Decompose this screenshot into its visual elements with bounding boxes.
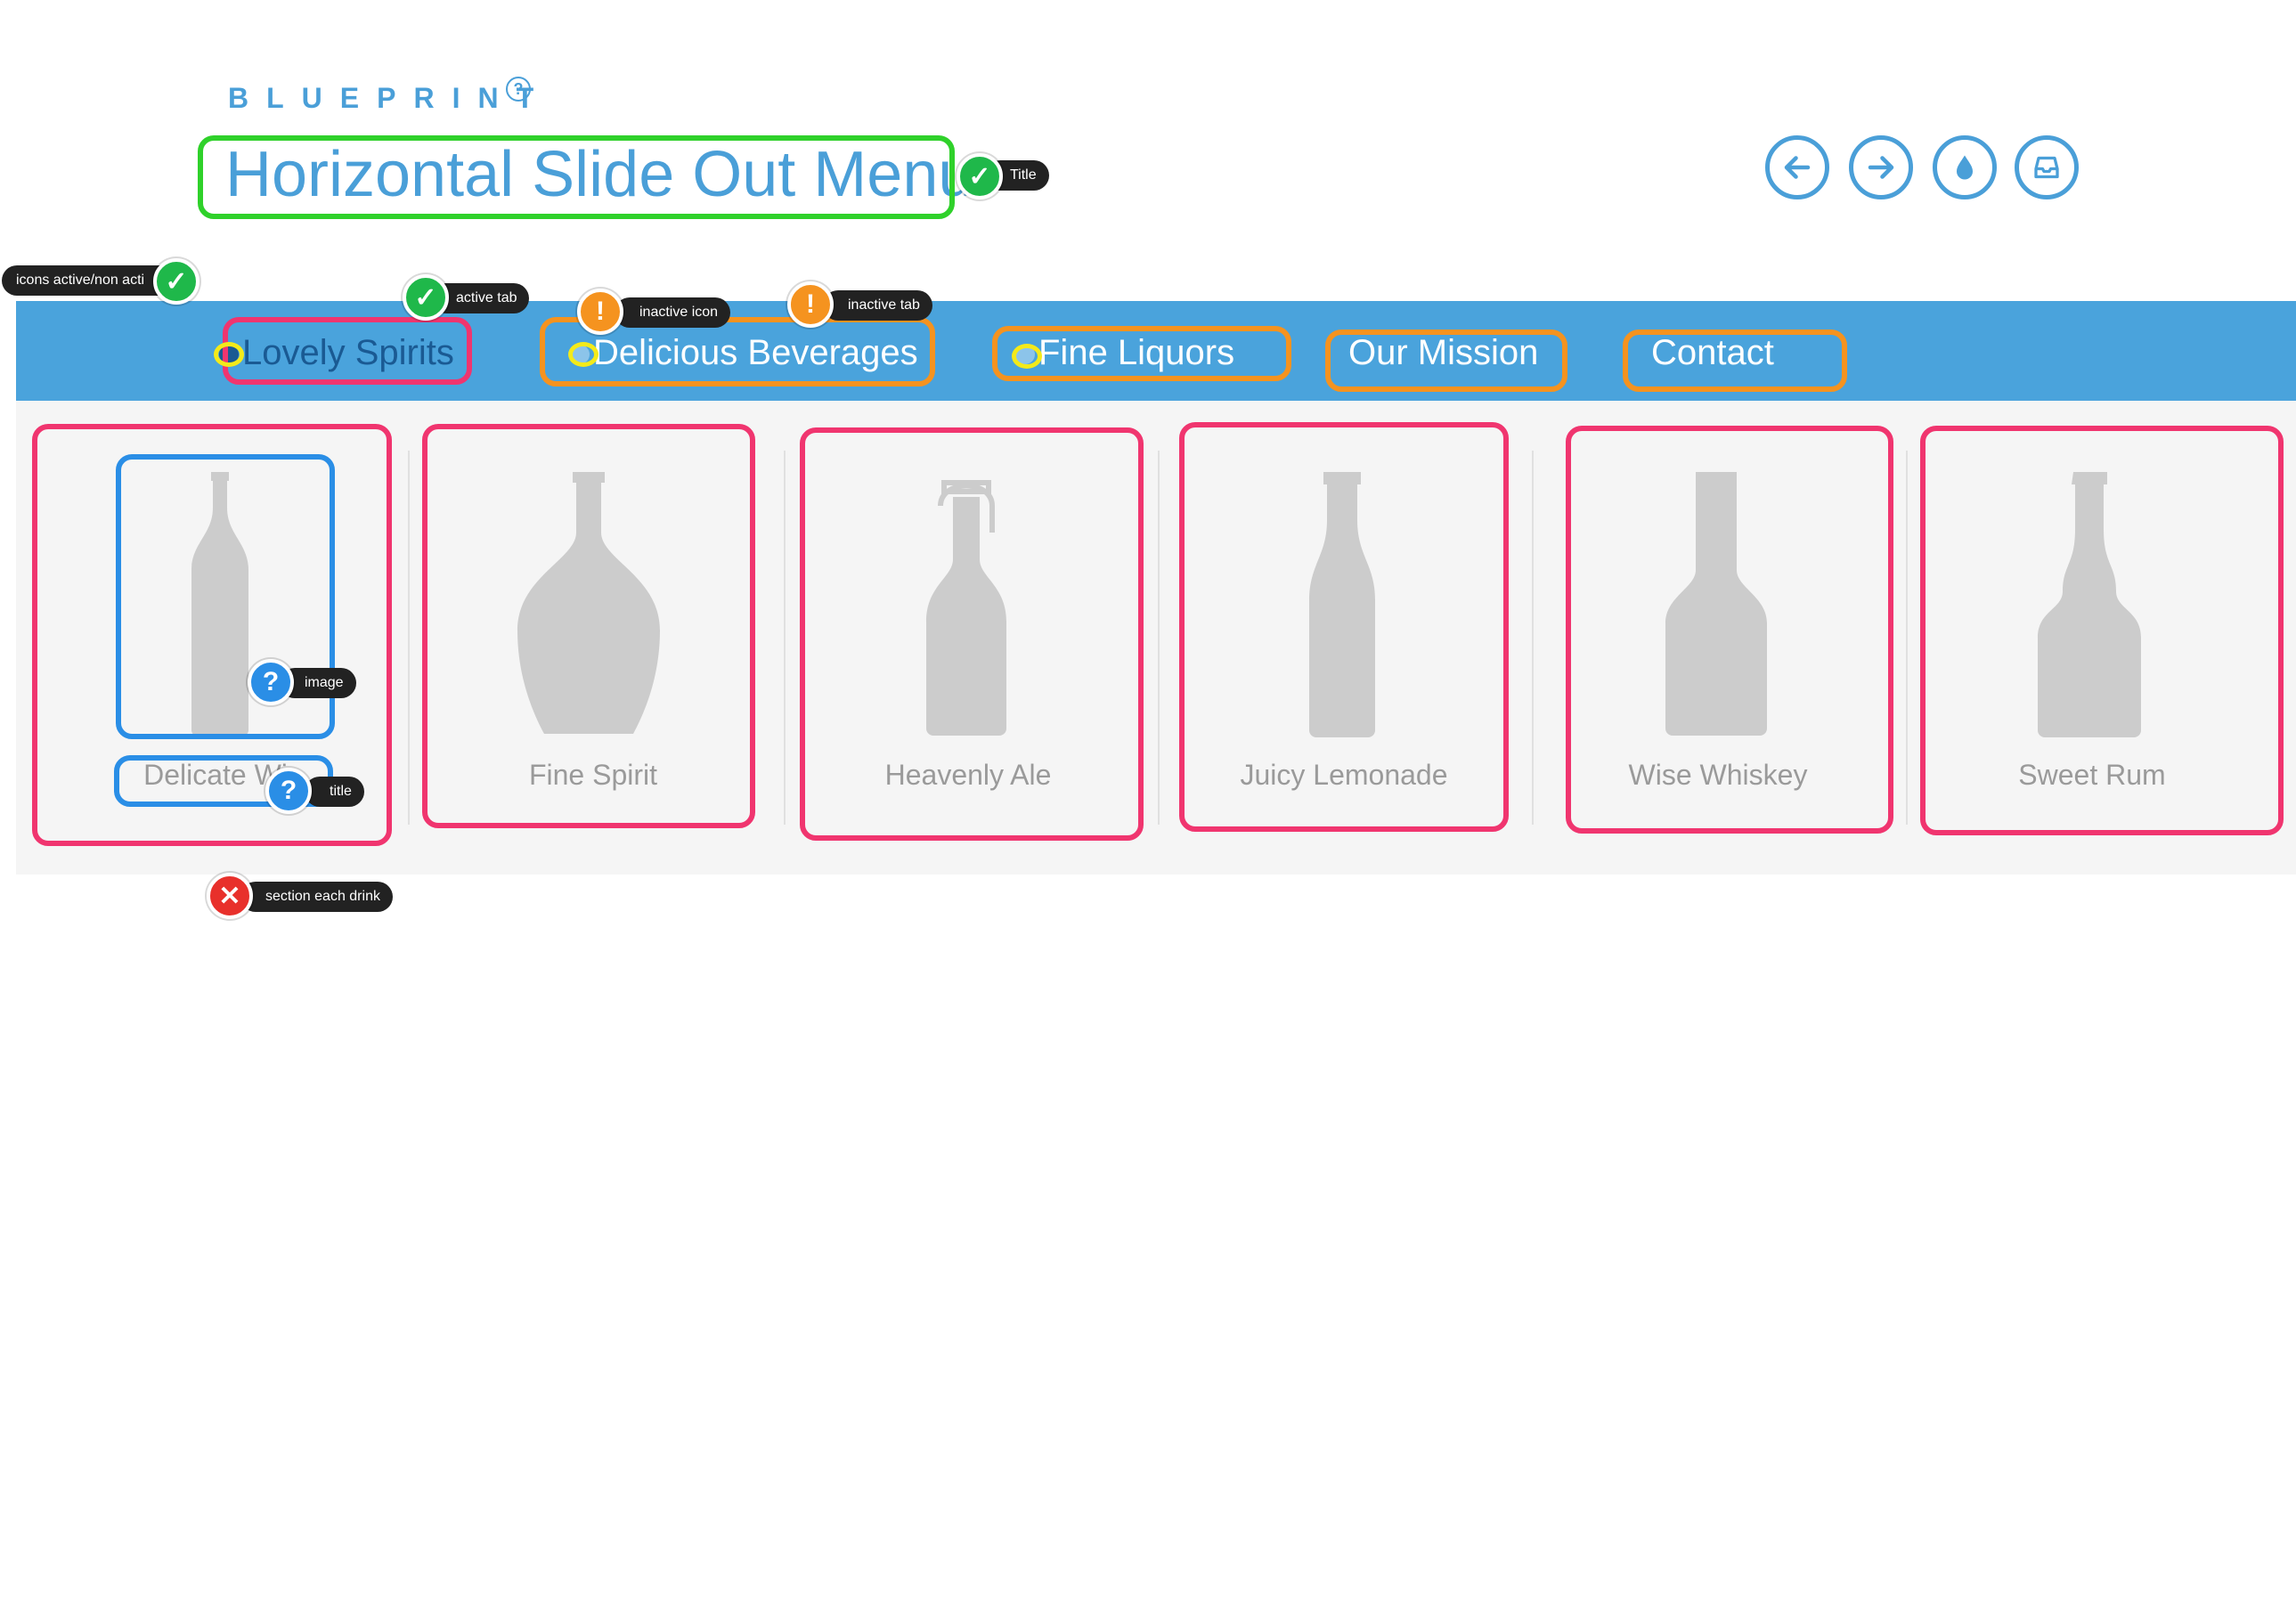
- check-icon[interactable]: ✓: [957, 153, 1003, 199]
- drop-icon: [1957, 155, 1973, 180]
- question-icon[interactable]: ?: [265, 768, 312, 814]
- drink-section-box: [800, 427, 1144, 841]
- arrow-left-icon: [1784, 156, 1811, 179]
- inbox-icon: [2034, 156, 2059, 179]
- divider: [784, 451, 786, 825]
- annotation-tag: section each drink: [240, 882, 393, 912]
- annotation-tag: inactive icon: [615, 297, 731, 328]
- check-icon[interactable]: ✓: [403, 274, 449, 321]
- drink-section-box: [1566, 426, 1893, 834]
- brand-logo: BLUEPRINT: [228, 82, 552, 114]
- tab-icon-marker: [568, 342, 598, 367]
- theme-button[interactable]: [1933, 135, 1997, 199]
- check-icon[interactable]: ✓: [153, 258, 199, 305]
- annotation-tag: title: [305, 777, 364, 807]
- divider: [1532, 451, 1534, 825]
- inactive-tab-annotation-box: [1623, 330, 1847, 392]
- inactive-tab-annotation-box: [1325, 330, 1567, 392]
- back-button[interactable]: [1765, 135, 1829, 199]
- divider: [1906, 451, 1908, 825]
- divider: [408, 451, 410, 825]
- tab-icon-marker: [1012, 344, 1042, 369]
- close-icon[interactable]: ✕: [207, 873, 253, 919]
- warning-icon[interactable]: !: [787, 281, 834, 328]
- drink-section-box: [1179, 422, 1509, 832]
- title-annotation-box: [198, 135, 955, 219]
- divider: [1158, 451, 1160, 825]
- inbox-button[interactable]: [2015, 135, 2079, 199]
- forward-button[interactable]: [1849, 135, 1913, 199]
- tab-icon-marker: [214, 342, 244, 367]
- question-icon[interactable]: ?: [248, 659, 294, 705]
- drink-section-box: [422, 424, 755, 828]
- annotation-tag: inactive tab: [823, 290, 932, 321]
- active-tab-annotation-box: [223, 317, 472, 385]
- drink-section-box: [1920, 426, 2284, 835]
- arrow-right-icon: [1868, 156, 1894, 179]
- warning-icon[interactable]: !: [577, 289, 623, 335]
- help-icon[interactable]: ?: [506, 77, 531, 102]
